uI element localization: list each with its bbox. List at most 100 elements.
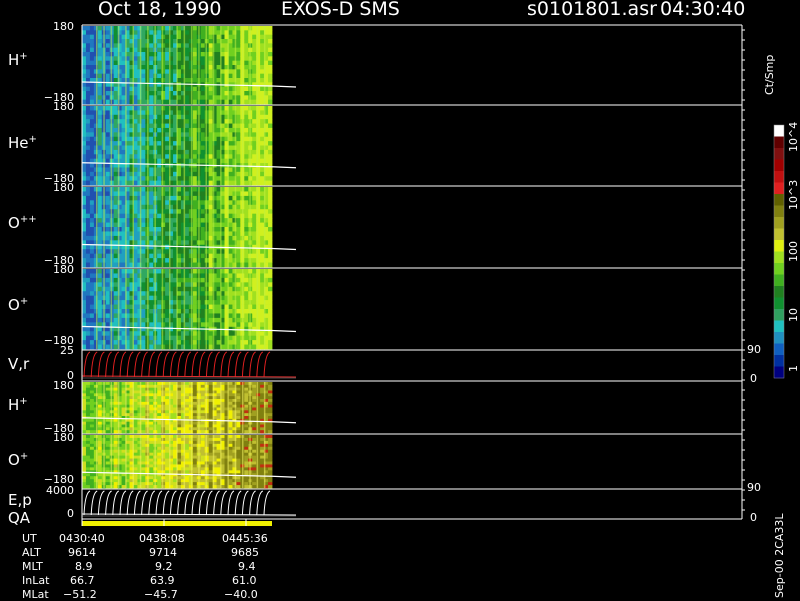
spectrogram-cell — [236, 110, 240, 115]
spectrogram-cell — [106, 336, 110, 341]
spectrogram-cell — [82, 444, 86, 447]
spectrogram-cell — [133, 74, 137, 79]
spectrogram-cell — [141, 485, 145, 488]
spectrogram-cell — [165, 128, 169, 133]
spectrogram-cell — [185, 482, 189, 485]
spectrogram-cell — [106, 427, 110, 430]
spectrogram-cell — [133, 296, 137, 301]
spectrogram-cell — [114, 473, 118, 476]
spectrogram-cell — [98, 74, 102, 79]
spectrogram-cell — [236, 416, 240, 419]
spectrogram-cell — [236, 100, 240, 105]
spectrogram-cell — [157, 214, 161, 219]
spectrogram-cell — [98, 300, 102, 305]
spectrogram-cell — [260, 30, 264, 35]
spectrogram-cell — [82, 410, 86, 413]
spectrogram-cell — [157, 78, 161, 83]
spectrogram-cell — [165, 200, 169, 205]
spectrogram-stripe — [198, 26, 200, 104]
spectrogram-cell — [149, 388, 153, 391]
spectrogram-cell — [185, 167, 189, 172]
spectrogram-cell — [106, 91, 110, 96]
spectrogram-cell — [201, 167, 205, 172]
spectrogram-cell — [141, 154, 145, 159]
spectrogram-cell — [193, 146, 197, 151]
spectrogram-cell — [149, 115, 153, 120]
spectrogram-cell — [82, 205, 86, 210]
spectrogram-stripe — [169, 382, 171, 433]
spectrogram-cell — [209, 69, 213, 74]
spectrogram-cell — [185, 205, 189, 210]
spectrogram-cell — [157, 278, 161, 283]
spectrogram-cell — [90, 453, 94, 456]
spectrogram-cell — [252, 181, 256, 186]
spectrogram-cell — [193, 263, 197, 268]
spectrogram-cell — [228, 100, 232, 105]
spectrogram-cell — [157, 159, 161, 164]
spectrogram-cell — [133, 393, 137, 396]
spectrogram-cell — [165, 405, 169, 408]
spectrogram-cell — [185, 345, 189, 350]
spectrogram-cell — [252, 236, 256, 241]
spectrogram-cell — [86, 382, 90, 385]
spectrogram-cell — [252, 214, 256, 219]
spectrogram-cell — [209, 273, 213, 278]
spectrogram-cell — [82, 385, 86, 388]
spectrogram-cell — [157, 287, 161, 292]
spectrogram-cell — [157, 26, 161, 31]
spectrogram-cell — [193, 236, 197, 241]
spectrogram-cell — [165, 227, 169, 232]
spectrogram-cell — [252, 172, 256, 177]
spectrogram-cell — [82, 106, 86, 111]
spectrogram-cell — [86, 218, 90, 223]
spectrogram-cell — [90, 52, 94, 57]
spectrogram-stripe — [220, 187, 222, 267]
spectrogram-cell — [165, 459, 169, 462]
spectrogram-cell — [98, 467, 102, 470]
spectrogram-cell — [114, 137, 118, 142]
spectrogram-cell — [90, 422, 94, 425]
spectrogram-cell — [236, 269, 240, 274]
spectrogram-cell — [185, 218, 189, 223]
spectrogram-cell — [193, 459, 197, 462]
spectrogram-cell — [82, 69, 86, 74]
spectrogram-cell — [157, 453, 161, 456]
spectrogram-cell — [82, 236, 86, 241]
spectrogram-cell — [228, 176, 232, 181]
spectrogram-cell — [141, 385, 145, 388]
spectrogram-cell — [193, 413, 197, 416]
spectrogram-cell — [106, 305, 110, 310]
spectrogram-cell — [114, 240, 118, 245]
spectrogram-cell — [201, 56, 205, 61]
spectrogram-cell — [252, 106, 256, 111]
spectrogram-cell — [157, 416, 161, 419]
spectrogram-cell — [82, 191, 86, 196]
spectrogram-cell — [98, 396, 102, 399]
spectrogram-cell — [90, 65, 94, 70]
spectrogram-cell — [141, 214, 145, 219]
spectrogram-cell — [149, 56, 153, 61]
spectrogram-cell — [244, 35, 248, 40]
spectrogram-cell — [86, 447, 90, 450]
spectrogram-cell — [209, 391, 213, 394]
spectrogram-cell — [149, 340, 153, 345]
spectrogram-cell — [193, 100, 197, 105]
spectrogram-cell — [209, 336, 213, 341]
spectrogram-cell — [228, 430, 232, 433]
spectrogram-cell — [141, 313, 145, 318]
spectrogram-cell — [90, 430, 94, 433]
spectrogram-cell — [149, 167, 153, 172]
spectrogram-cell — [98, 278, 102, 283]
spectrogram-cell — [165, 245, 169, 250]
spectrogram-cell — [98, 146, 102, 151]
spectrogram-stripe — [184, 187, 186, 267]
spectrogram-cell — [141, 87, 145, 92]
spectrogram-cell — [165, 124, 169, 129]
spectrogram-stripe — [257, 187, 259, 267]
spectrogram-cell — [106, 393, 110, 396]
line-series-segment — [264, 352, 270, 377]
spectrogram-cell — [252, 196, 256, 201]
spectrogram-cell — [185, 413, 189, 416]
spectrogram-cell — [149, 305, 153, 310]
spectrogram-cell — [133, 43, 137, 48]
